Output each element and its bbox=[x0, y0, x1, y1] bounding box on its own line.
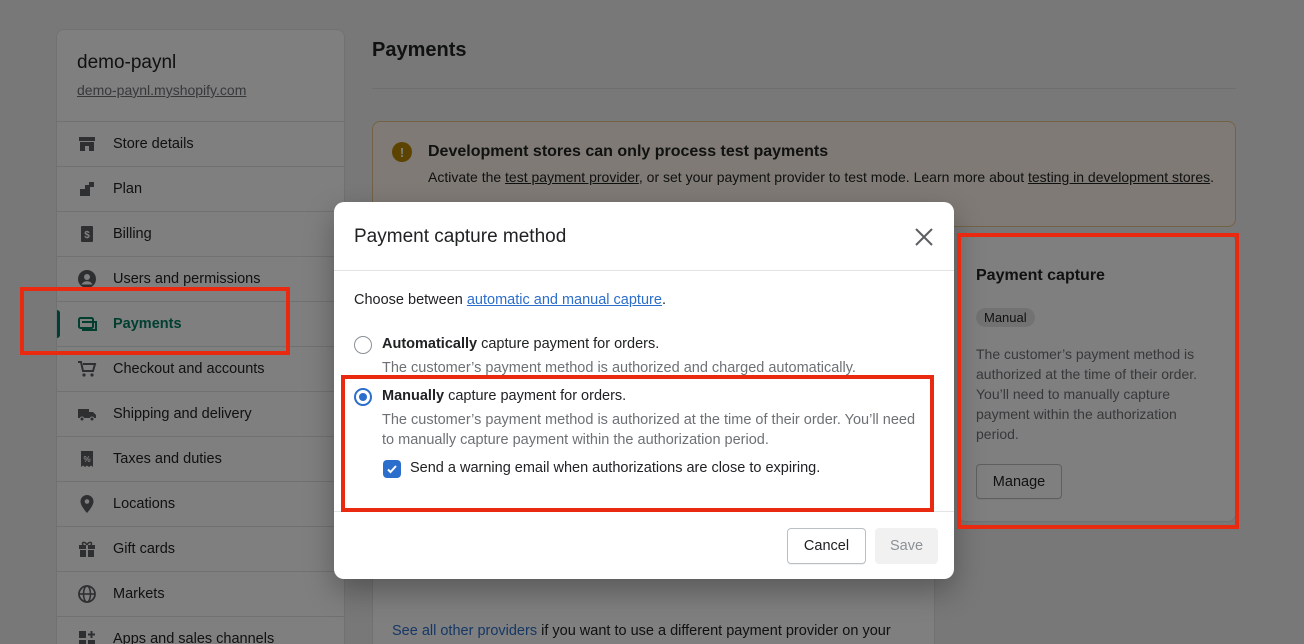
intro-text: Choose between bbox=[354, 292, 467, 308]
warning-email-label[interactable]: Send a warning email when authorizations… bbox=[410, 460, 820, 476]
save-button[interactable]: Save bbox=[875, 528, 938, 564]
modal-footer-divider bbox=[334, 511, 954, 512]
manual-capture-label[interactable]: Manually capture payment for orders. bbox=[382, 388, 626, 404]
intro-end: . bbox=[661, 292, 666, 308]
automatic-capture-radio[interactable] bbox=[354, 336, 372, 354]
warning-email-checkbox[interactable] bbox=[383, 460, 401, 478]
close-button[interactable] bbox=[909, 222, 939, 252]
manual-capture-radio[interactable] bbox=[354, 388, 372, 406]
option-label-rest: capture payment for orders. bbox=[477, 336, 660, 352]
payment-capture-method-modal: Payment capture method Choose between au… bbox=[334, 202, 954, 579]
automatic-capture-label[interactable]: Automatically capture payment for orders… bbox=[382, 336, 659, 352]
option-label-bold: Manually bbox=[382, 388, 445, 404]
modal-title: Payment capture method bbox=[354, 226, 567, 247]
option-label-bold: Automatically bbox=[382, 336, 478, 352]
option-label-rest: capture payment for orders. bbox=[444, 388, 627, 404]
modal-intro: Choose between automatic and manual capt… bbox=[354, 292, 666, 308]
manual-capture-help: The customer’s payment method is authori… bbox=[382, 412, 916, 448]
close-icon bbox=[915, 228, 933, 246]
automatic-capture-help: The customer’s payment method is authori… bbox=[382, 360, 856, 376]
capture-help-link[interactable]: automatic and manual capture bbox=[467, 292, 662, 308]
modal-header-divider bbox=[334, 270, 954, 271]
checkmark-icon bbox=[387, 465, 397, 474]
cancel-button[interactable]: Cancel bbox=[787, 528, 866, 564]
